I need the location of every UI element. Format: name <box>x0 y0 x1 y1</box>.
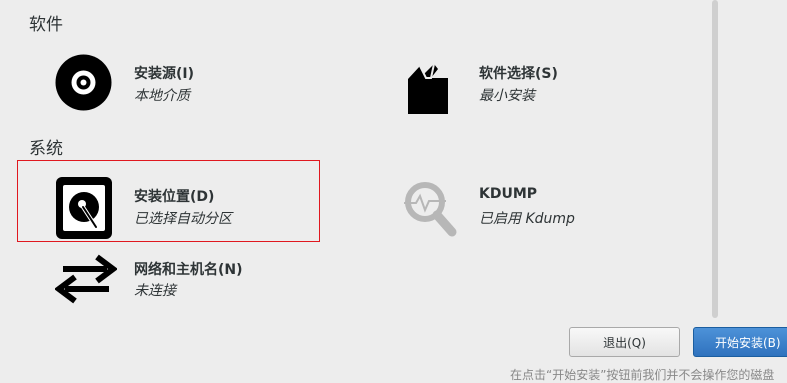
magnifier-icon <box>400 177 460 237</box>
disc-icon <box>55 54 115 114</box>
spoke-install-source[interactable]: 安装源(I) 本地介质 <box>55 54 315 114</box>
package-icon <box>400 54 460 114</box>
spoke-status: 已启用 Kdump <box>479 211 575 227</box>
hard-drive-icon <box>55 177 115 239</box>
spoke-network[interactable]: 网络和主机名(N) 未连接 <box>54 249 315 309</box>
spoke-title: 安装位置(D) <box>134 189 215 205</box>
spoke-status: 未连接 <box>134 283 176 299</box>
network-arrows-icon <box>54 249 118 309</box>
begin-installation-button[interactable]: 开始安装(B) <box>693 327 787 357</box>
scrollbar-thumb[interactable] <box>712 0 718 318</box>
spoke-title: 安装源(I) <box>134 66 195 82</box>
spoke-status: 本地介质 <box>134 88 190 104</box>
section-title-software: 软件 <box>29 15 63 35</box>
spoke-title: KDUMP <box>479 186 538 202</box>
footer-note: 在点击“开始安装”按钮前我们并不会操作您的磁盘 <box>510 368 775 382</box>
spoke-software-selection[interactable]: 软件选择(S) 最小安装 <box>400 54 660 114</box>
spoke-title: 网络和主机名(N) <box>134 262 243 278</box>
spoke-title: 软件选择(S) <box>479 66 558 82</box>
quit-button[interactable]: 退出(Q) <box>569 327 680 357</box>
spoke-status: 最小安装 <box>479 88 535 104</box>
spoke-install-destination[interactable]: 安装位置(D) 已选择自动分区 <box>55 177 315 239</box>
spoke-kdump[interactable]: KDUMP 已启用 Kdump <box>400 177 660 237</box>
section-title-system: 系统 <box>29 139 63 159</box>
spoke-status: 已选择自动分区 <box>134 211 232 227</box>
